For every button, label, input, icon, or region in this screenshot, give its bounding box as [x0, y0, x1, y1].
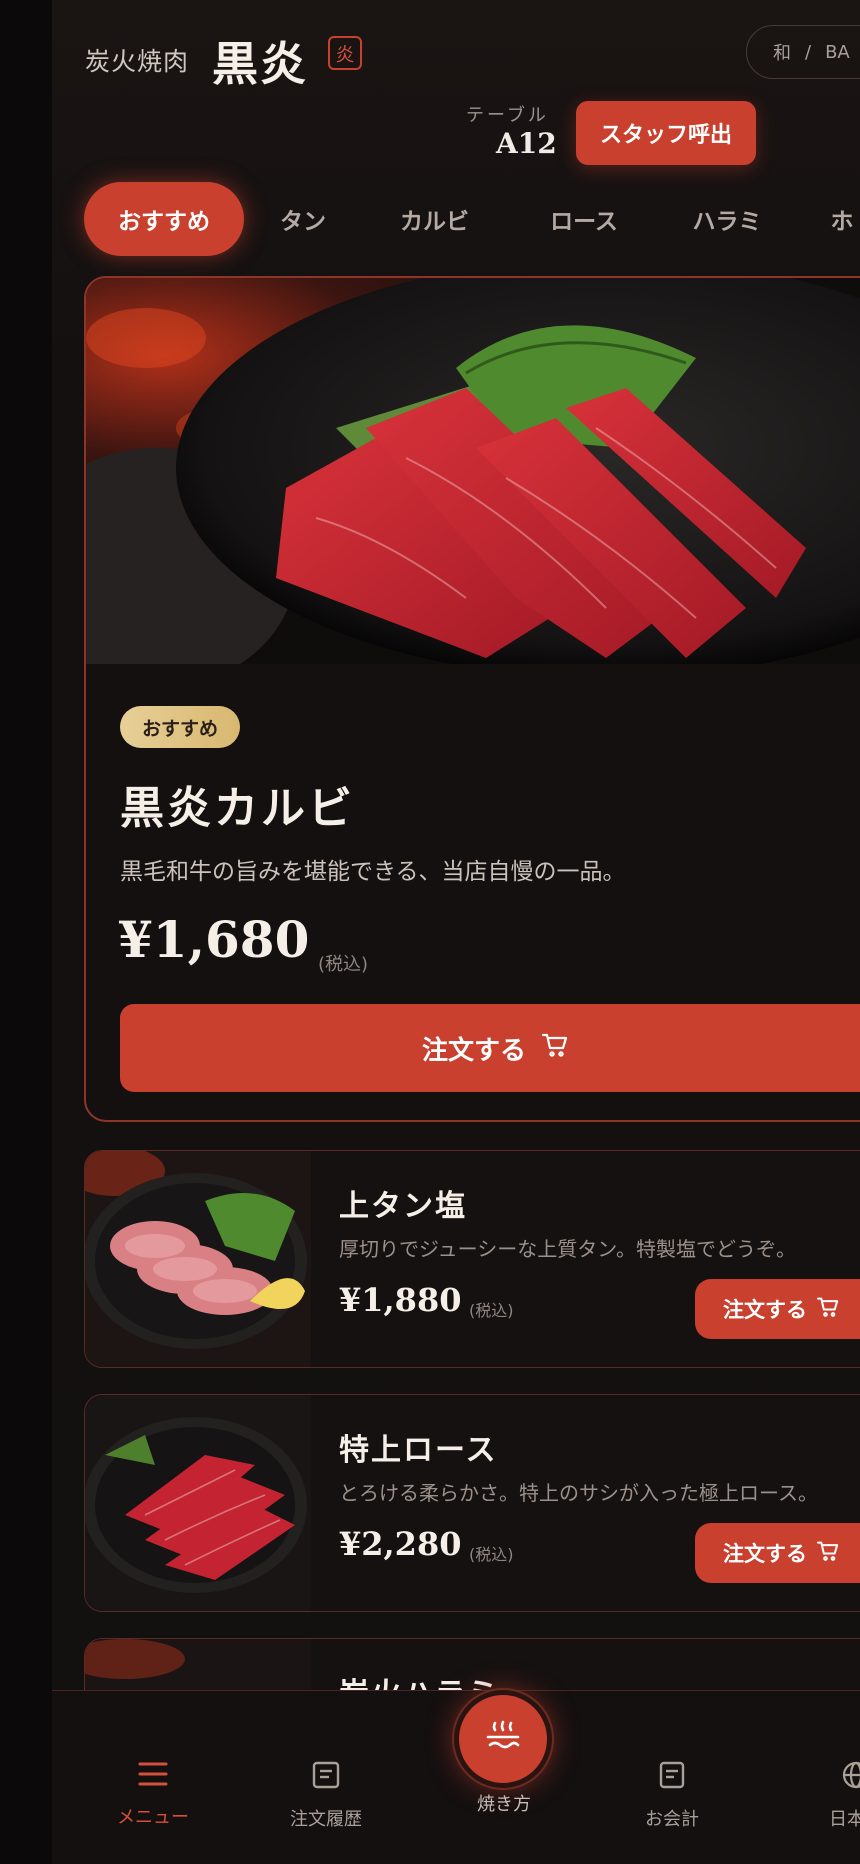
featured-order-label: 注文する	[422, 1035, 527, 1066]
table-number: A12	[496, 127, 557, 160]
menu-item-order-button[interactable]: 注文する	[695, 1523, 860, 1583]
nav-language-label: 日本語	[829, 1809, 860, 1830]
grill-guide-label: 焼き方	[477, 1794, 531, 1815]
category-tab-more[interactable]: ホ	[812, 182, 860, 256]
brand-subtitle: 炭火焼肉	[85, 47, 190, 76]
order-button-label: 注文する	[723, 1298, 807, 1322]
cart-icon	[817, 1541, 839, 1566]
nav-checkout-label: お会計	[645, 1809, 699, 1830]
category-tab-tan[interactable]: タン	[248, 182, 358, 256]
nav-language[interactable]: 日本語	[796, 1760, 860, 1831]
bill-icon	[657, 1760, 687, 1795]
app-screen: 炭火焼肉 黒炎 炎 和 / BA テーブル A12 スタッフ呼出 おすすめ タン…	[52, 0, 860, 1864]
menu-item-card[interactable]: 上タン塩 厚切りでジューシーな上質タン。特製塩でどうぞ。 ¥1,880 (税込)…	[84, 1150, 860, 1368]
menu-item-card[interactable]: 特上ロース とろける柔らかさ。特上のサシが入った極上ロース。 ¥2,280 (税…	[84, 1394, 860, 1612]
order-button-label: 注文する	[723, 1542, 807, 1566]
receipt-icon	[311, 1760, 341, 1795]
left-edge-strip	[0, 0, 52, 1864]
menu-item-price: ¥1,880	[339, 1281, 462, 1319]
menu-item-image	[85, 1151, 311, 1367]
nav-checkout[interactable]: お会計	[612, 1760, 732, 1831]
lang-option-ja[interactable]: 和	[773, 39, 791, 65]
menu-item-description: 厚切りでジューシーな上質タン。特製塩でどうぞ。	[339, 1237, 796, 1261]
table-label: テーブル	[466, 105, 549, 126]
cart-icon	[541, 1033, 568, 1064]
menu-item-tax-note: (税込)	[469, 1545, 514, 1564]
menu-item-price: ¥2,280	[339, 1525, 462, 1563]
menu-item-title: 上タン塩	[339, 1189, 467, 1224]
lang-option-other[interactable]: BA	[825, 42, 850, 63]
nav-menu[interactable]: メニュー	[93, 1760, 213, 1829]
featured-order-button[interactable]: 注文する	[120, 1004, 860, 1092]
featured-item-price: ¥1,680	[118, 910, 310, 969]
category-tab-recommended[interactable]: おすすめ	[84, 182, 244, 256]
menu-item-order-button[interactable]: 注文する	[695, 1279, 860, 1339]
menu-item-image	[85, 1395, 311, 1611]
category-tab-karubi[interactable]: カルビ	[372, 182, 497, 256]
globe-icon	[841, 1760, 860, 1795]
brand-seal-icon: 炎	[328, 36, 362, 70]
nav-order-history[interactable]: 注文履歴	[266, 1760, 386, 1831]
menu-item-description: とろける柔らかさ。特上のサシが入った極上ロース。	[339, 1481, 818, 1505]
brand-name: 黒炎	[212, 37, 308, 91]
language-toggle[interactable]: 和 / BA	[746, 25, 860, 79]
cart-icon	[817, 1297, 839, 1322]
menu-item-tax-note: (税込)	[469, 1301, 514, 1320]
featured-item-image	[86, 278, 860, 664]
category-tab-harami[interactable]: ハラミ	[662, 182, 792, 256]
grill-icon	[483, 1719, 523, 1759]
menu-icon	[137, 1760, 169, 1793]
grill-guide-button[interactable]	[454, 1690, 552, 1788]
featured-item-title: 黒炎カルビ	[120, 783, 355, 834]
recommended-badge: おすすめ	[120, 706, 241, 748]
nav-order-history-label: 注文履歴	[290, 1809, 362, 1830]
featured-item-tax-note: (税込)	[318, 954, 369, 975]
lang-separator: /	[805, 41, 812, 63]
featured-item-card[interactable]: おすすめ 黒炎カルビ 黒毛和牛の旨みを堪能できる、当店自慢の一品。 ¥1,680…	[84, 276, 860, 1122]
staff-call-button[interactable]: スタッフ呼出	[576, 101, 756, 165]
menu-item-title: 特上ロース	[339, 1433, 498, 1468]
featured-item-description: 黒毛和牛の旨みを堪能できる、当店自慢の一品。	[120, 859, 626, 885]
nav-menu-label: メニュー	[117, 1807, 189, 1828]
category-tab-rosu[interactable]: ロース	[514, 182, 654, 256]
